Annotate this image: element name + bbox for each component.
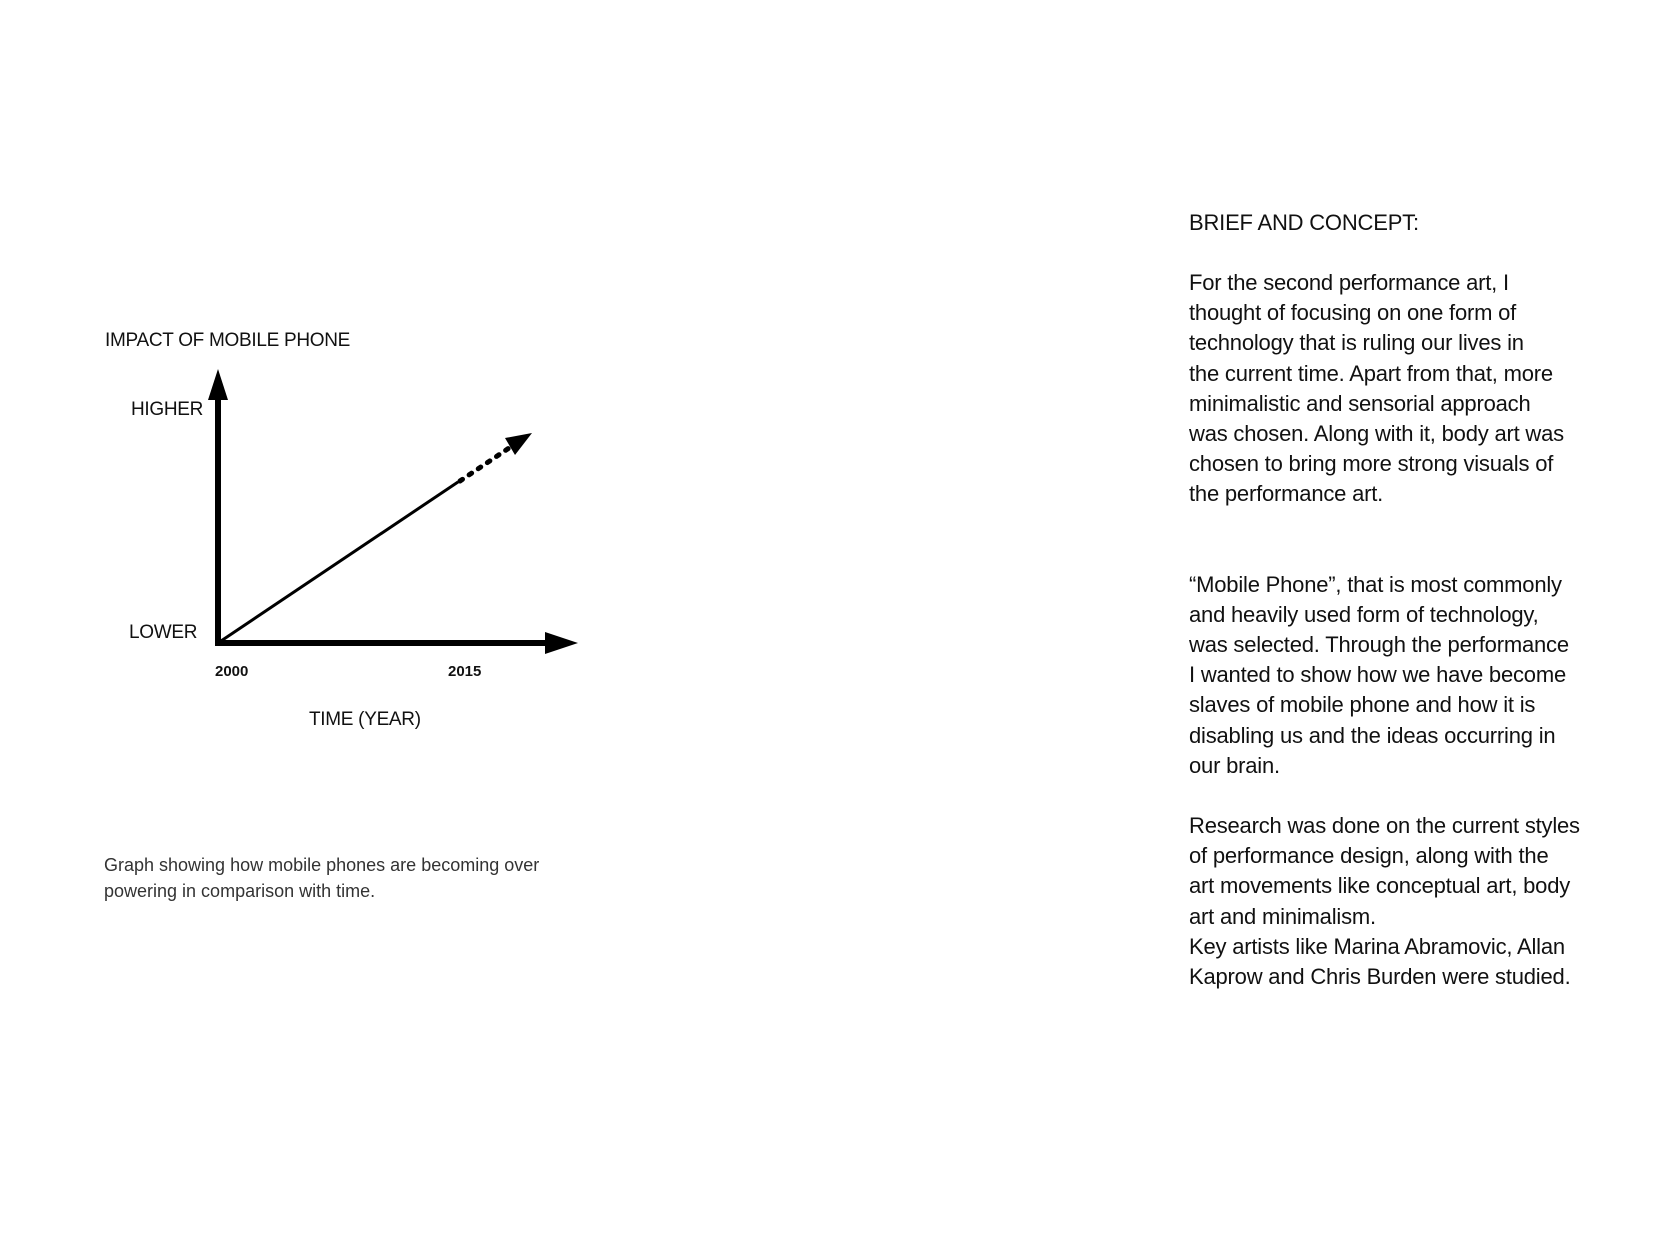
brief-paragraph-2: “Mobile Phone”, that is most commonly an… (1189, 571, 1569, 778)
trend-line-projection (457, 443, 515, 484)
x-axis-arrowhead (545, 632, 578, 654)
trend-arrowhead (505, 433, 532, 455)
y-tick-lower: LOWER (129, 622, 198, 643)
impact-chart: IMPACT OF MOBILE PHONE HIGHER LOWER 2000… (0, 0, 700, 760)
brief-paragraph-1: For the second performance art, I though… (1189, 270, 1564, 507)
brief-paragraph-3: Research was done on the current styles … (1189, 813, 1580, 990)
chart-svg (208, 369, 578, 654)
brief-heading: BRIEF AND CONCEPT: (1189, 210, 1419, 235)
x-axis-title: TIME (YEAR) (309, 709, 421, 730)
y-axis-arrowhead (208, 369, 228, 400)
trend-line-solid (217, 480, 459, 645)
y-tick-higher: HIGHER (131, 399, 204, 420)
brief-section: BRIEF AND CONCEPT: For the second perfor… (1189, 208, 1639, 992)
x-tick-2000: 2000 (215, 663, 249, 680)
y-axis-title: IMPACT OF MOBILE PHONE (105, 330, 351, 351)
chart-caption: Graph showing how mobile phones are beco… (104, 855, 540, 901)
x-tick-2015: 2015 (448, 663, 482, 680)
